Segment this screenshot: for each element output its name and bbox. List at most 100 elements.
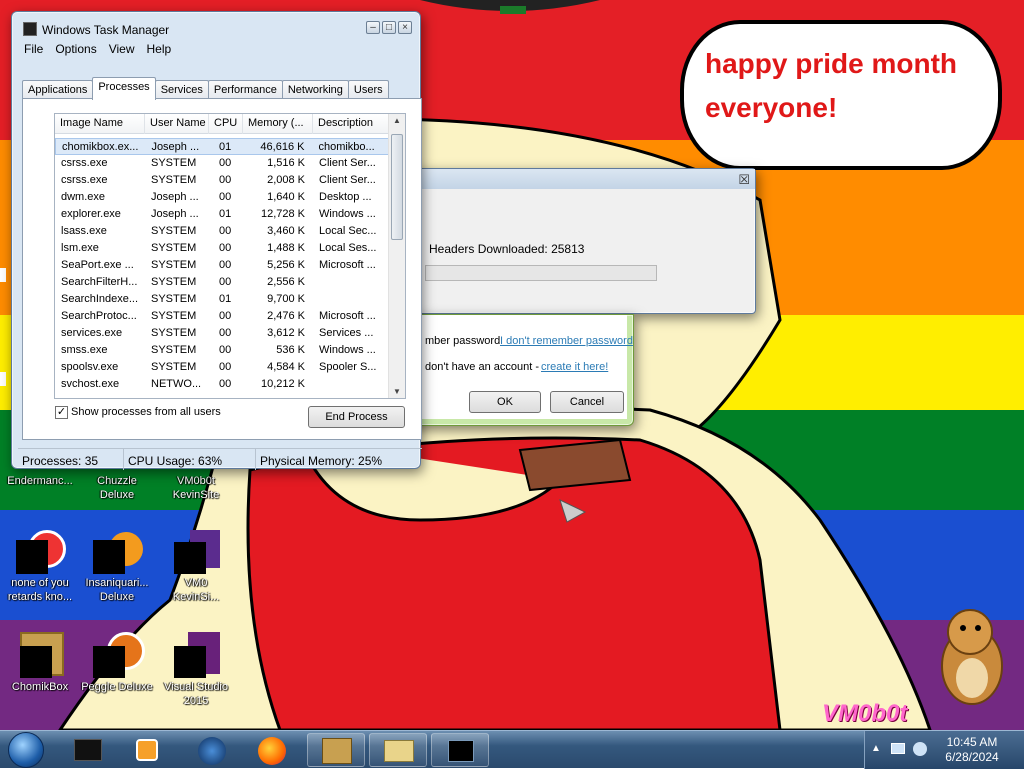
table-cell: Client Ser...	[319, 174, 376, 186]
show-hidden-icons-arrow-icon[interactable]: ▲	[871, 743, 881, 754]
table-row[interactable]: lsass.exe SYSTEM 00 3,460 K Local Sec...	[55, 223, 389, 240]
table-row[interactable]: csrss.exe SYSTEM 00 2,008 K Client Ser...	[55, 172, 389, 189]
app-icon	[16, 632, 64, 680]
chomikbox-icon[interactable]	[307, 733, 365, 767]
column-cpu[interactable]: CPU	[209, 114, 243, 134]
table-cell: Services ...	[319, 327, 374, 339]
no-account-text: don't have an account -	[425, 361, 540, 373]
menu-view[interactable]: View	[103, 40, 141, 59]
desktop-icon-kevinsite[interactable]: VM0b0t KevinSite	[156, 474, 236, 502]
table-row[interactable]: chomikbox.ex... Joseph ... 01 46,616 K chomi…	[55, 138, 389, 155]
desktop-icon-chomikbox[interactable]: ChomikBox	[0, 632, 80, 694]
tab-services[interactable]: Services	[154, 80, 209, 100]
table-row[interactable]: SearchFilterH... SYSTEM 00 2,556 K	[55, 274, 389, 291]
media-player-icon[interactable]	[120, 733, 178, 767]
desktop-icon-vm0-kevinsite[interactable]: VM0 KevinSi...	[156, 528, 236, 604]
menu-file[interactable]: File	[18, 40, 49, 59]
table-cell: Microsoft ...	[319, 310, 376, 322]
app-icon	[172, 632, 220, 680]
desktop-icon-label: Visual Studio	[163, 681, 228, 693]
column-user-name[interactable]: User Name	[145, 114, 209, 134]
column-memory[interactable]: Memory (...	[243, 114, 313, 134]
menu-help[interactable]: Help	[141, 40, 178, 59]
table-cell: 2,008 K	[267, 174, 305, 186]
table-row[interactable]: spoolsv.exe SYSTEM 00 4,584 K Spooler S...	[55, 359, 389, 376]
firefox-icon[interactable]	[244, 733, 302, 767]
desktop-icon-label: ChomikBox	[11, 681, 69, 693]
table-cell: 00	[219, 157, 232, 169]
forgot-password-link[interactable]: I don't remember password	[500, 335, 633, 347]
table-cell: Microsoft ...	[319, 259, 376, 271]
media-center-icon[interactable]	[60, 733, 118, 767]
desktop-icon-label: none of you	[11, 577, 69, 589]
table-row[interactable]: csrss.exe SYSTEM 00 1,516 K Client Ser...	[55, 155, 389, 172]
vertical-scrollbar[interactable]: ▲ ▼	[388, 114, 405, 398]
table-row[interactable]: dwm.exe Joseph ... 00 1,640 K Desktop ...	[55, 189, 389, 206]
table-cell: 2,556 K	[267, 276, 305, 288]
tab-networking[interactable]: Networking	[281, 80, 349, 100]
desktop-icon-none-of-you[interactable]: none of you retards kno...	[0, 528, 80, 604]
start-orb-icon[interactable]	[8, 732, 44, 768]
table-row[interactable]: SeaPort.exe ... SYSTEM 00 5,256 K Microsoft …	[55, 257, 389, 274]
menu-options[interactable]: Options	[49, 40, 102, 59]
desktop-icon-label: KevinSi...	[172, 591, 220, 603]
desktop-icon-insaniquarium[interactable]: Insaniquari... Deluxe	[77, 528, 157, 604]
progress-dialog: ☒ Headers Downloaded: 25813	[404, 168, 756, 314]
network-icon[interactable]	[891, 743, 905, 754]
table-row[interactable]: SearchIndexe... SYSTEM 01 9,700 K	[55, 291, 389, 308]
progress-bar	[425, 265, 657, 281]
table-cell: SearchFilterH...	[61, 276, 138, 288]
column-description[interactable]: Description	[313, 114, 389, 134]
show-all-users-checkbox[interactable]: ✓	[55, 406, 68, 419]
table-row[interactable]: smss.exe SYSTEM 00 536 K Windows ...	[55, 342, 389, 359]
table-cell: 1,640 K	[267, 191, 305, 203]
table-row[interactable]: svchost.exe NETWO... 00 10,212 K	[55, 376, 389, 393]
desktop-icon-label: Insaniquari...	[85, 577, 149, 589]
column-image-name[interactable]: Image Name	[55, 114, 145, 134]
scroll-down-arrow-icon[interactable]: ▼	[392, 387, 402, 396]
process-list[interactable]: Image Name User Name CPU Memory (... Des…	[54, 113, 406, 399]
maximize-button[interactable]: □	[382, 21, 396, 34]
table-cell: 3,612 K	[267, 327, 305, 339]
show-all-users-label[interactable]: Show processes from all users	[71, 406, 221, 418]
tab-applications[interactable]: Applications	[22, 80, 94, 100]
table-row[interactable]: SearchProtoc... SYSTEM 00 2,476 K Microsoft …	[55, 308, 389, 325]
tab-processes[interactable]: Processes	[92, 77, 156, 100]
table-cell: Joseph ...	[151, 191, 199, 203]
ok-button[interactable]: OK	[469, 391, 541, 413]
table-cell: 12,728 K	[260, 208, 305, 220]
task-manager-icon[interactable]	[431, 733, 489, 767]
table-row[interactable]: lsm.exe SYSTEM 00 1,488 K Local Ses...	[55, 240, 389, 257]
minimize-button[interactable]: –	[366, 21, 380, 34]
table-row[interactable]: explorer.exe Joseph ... 01 12,728 K Windows …	[55, 206, 389, 223]
desktop-icon-chuzzle[interactable]: Chuzzle Deluxe	[77, 474, 157, 502]
table-cell: lsass.exe	[61, 225, 107, 237]
tab-performance[interactable]: Performance	[207, 80, 283, 100]
clock-date: 6/28/2024	[945, 750, 999, 764]
desktop-icon-peggle[interactable]: Peggle Deluxe	[77, 632, 157, 694]
hamster-image	[941, 609, 1003, 705]
close-button[interactable]: ×	[398, 21, 412, 34]
progress-dialog-titlebar[interactable]	[405, 169, 755, 189]
table-cell: explorer.exe	[61, 208, 121, 220]
table-cell: SeaPort.exe ...	[61, 259, 134, 271]
explorer-window-icon[interactable]	[369, 733, 427, 767]
tab-users[interactable]: Users	[347, 80, 389, 100]
volume-icon[interactable]	[913, 742, 927, 756]
table-cell: dwm.exe	[61, 191, 106, 203]
create-account-link[interactable]: create it here!	[541, 361, 608, 373]
globe-icon[interactable]	[184, 733, 242, 767]
end-process-button[interactable]: End Process	[308, 406, 405, 428]
table-cell	[313, 274, 389, 291]
table-row[interactable]: services.exe SYSTEM 00 3,612 K Services ...	[55, 325, 389, 342]
close-button[interactable]: ☒	[738, 172, 750, 188]
desktop-icon-endermanch[interactable]: Endermanc...	[0, 474, 80, 488]
scroll-up-arrow-icon[interactable]: ▲	[392, 116, 402, 125]
desktop-icon-visual-studio[interactable]: Visual Studio 2015	[156, 632, 236, 708]
desktop-icon-label: 2015	[183, 695, 209, 707]
remember-password-label[interactable]: mber password	[425, 335, 500, 347]
scrollbar-thumb[interactable]	[391, 134, 403, 240]
clock[interactable]: 10:45 AM 6/28/2024	[941, 735, 1003, 765]
table-cell: smss.exe	[61, 344, 108, 356]
cancel-button[interactable]: Cancel	[550, 391, 624, 413]
